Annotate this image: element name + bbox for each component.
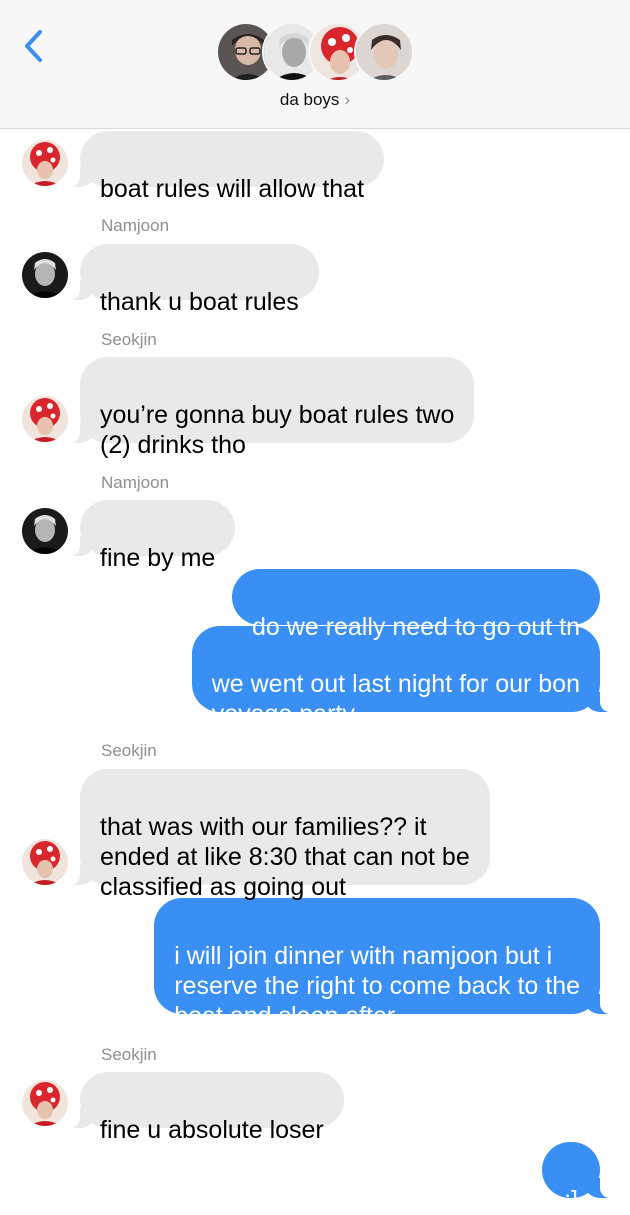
outgoing-message-bubble[interactable]: do we really need to go out tn [231, 569, 600, 641]
avatar-seokjin[interactable] [22, 140, 68, 186]
message-text: that was with our families?? it ended at… [100, 813, 470, 901]
incoming-message-bubble[interactable]: that was with our families?? it ended at… [66, 769, 490, 901]
group-name-label: da boys [279, 90, 340, 109]
message-text: :] [564, 1186, 578, 1214]
avatar-seokjin[interactable] [22, 839, 68, 885]
group-avatars[interactable] [216, 22, 416, 84]
message-text: i will join dinner with namjoon but i re… [174, 942, 580, 1030]
avatar-seokjin[interactable] [22, 1080, 68, 1126]
outgoing-message-bubble[interactable]: :] [542, 1142, 614, 1214]
incoming-message-bubble[interactable]: you’re gonna buy boat rules two (2) drin… [65, 357, 475, 459]
avatar-namjoon[interactable] [22, 508, 68, 554]
avatar-seokjin[interactable] [22, 396, 68, 442]
sender-name: Seokjin [101, 330, 157, 349]
sender-name: Seokjin [101, 1045, 157, 1064]
chevron-left-icon [25, 30, 42, 62]
sender-name: Namjoon [101, 216, 170, 235]
message-text: thank u boat rules [100, 288, 299, 316]
chevron-right-icon: › [344, 90, 351, 109]
incoming-message-bubble[interactable]: thank u boat rules [66, 244, 319, 316]
message-text: boat rules will allow that [100, 175, 365, 203]
member-avatar [354, 22, 414, 82]
message-text: fine by me [100, 544, 216, 572]
message-text: you’re gonna buy boat rules two (2) drin… [100, 401, 455, 459]
message-text: do we really need to go out tn [251, 613, 580, 641]
sender-name: Namjoon [101, 473, 170, 492]
message-text: we went out last night for our bon voyag… [211, 670, 580, 728]
incoming-message-bubble[interactable]: fine by me [65, 500, 236, 572]
avatar-namjoon[interactable] [22, 252, 68, 298]
sender-name: Seokjin [101, 741, 157, 760]
outgoing-message-bubble[interactable]: i will join dinner with namjoon but i re… [154, 898, 614, 1030]
incoming-message-bubble[interactable]: fine u absolute loser [66, 1072, 344, 1144]
incoming-message-bubble[interactable]: boat rules will allow that [65, 131, 385, 203]
message-text: fine u absolute loser [100, 1116, 324, 1144]
back-button[interactable] [18, 26, 52, 66]
group-name[interactable]: da boys › [0, 90, 630, 110]
conversation-header: da boys › [0, 0, 630, 129]
